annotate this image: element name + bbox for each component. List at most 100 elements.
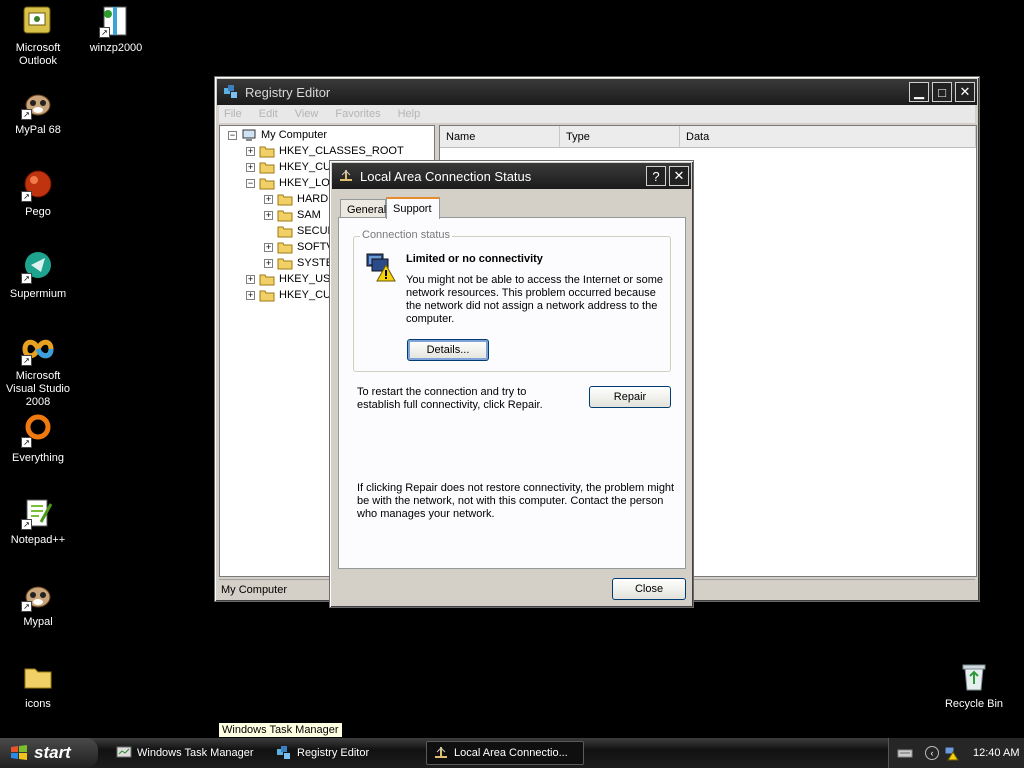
connection-status-titlebar[interactable]: Local Area Connection Status ? ✕ [332, 163, 691, 189]
dialog-close-button[interactable]: ✕ [669, 166, 689, 186]
desktop-icon-recycle-bin[interactable]: Recycle Bin [936, 660, 1012, 711]
tray-expand-icon[interactable]: ‹ [925, 746, 939, 760]
expand-icon[interactable]: + [246, 274, 255, 284]
task-windows-task-manager[interactable]: Windows Task Manager [110, 741, 264, 765]
support-tab-panel: Connection status Limited or no connecti… [338, 217, 686, 569]
taskbar-tooltip: Windows Task Manager [218, 722, 343, 738]
menu-edit[interactable]: Edit [256, 108, 278, 120]
desktop-icon-notepadpp[interactable]: ↗ Notepad++ [0, 496, 76, 547]
desktop-icon-label: Everything [12, 452, 64, 464]
shortcut-arrow-icon: ↗ [99, 27, 110, 38]
connectivity-status-heading: Limited or no connectivity [406, 253, 543, 265]
tree-item-hklm[interactable]: − HKEY_LOC [246, 175, 338, 191]
task-label: Windows Task Manager [137, 747, 254, 759]
desktop-icon-outlook[interactable]: Microsoft Outlook [0, 4, 76, 68]
close-button[interactable]: ✕ [955, 82, 975, 102]
desktop-icon-visual-studio[interactable]: ↗ Microsoft Visual Studio 2008 [0, 332, 76, 409]
connection-status-dialog[interactable]: Local Area Connection Status ? ✕ General… [329, 160, 694, 608]
maximize-button[interactable]: □ [932, 82, 952, 102]
close-dialog-button[interactable]: Close [612, 578, 686, 600]
column-header-name[interactable]: Name [440, 126, 560, 148]
connection-status-title: Local Area Connection Status [360, 168, 532, 184]
taskbar: start Windows Task Manager Registry Edit… [0, 738, 1024, 768]
shortcut-arrow-icon: ↗ [21, 519, 32, 530]
tree-item-sam[interactable]: + SAM [264, 207, 321, 223]
tree-item-hkcc[interactable]: + HKEY_CUR [246, 287, 339, 303]
desktop-icon-winzip[interactable]: ↗ winzp2000 [78, 4, 154, 55]
windows-logo-icon [11, 745, 27, 760]
expand-icon[interactable]: + [264, 210, 273, 220]
expand-icon[interactable]: + [264, 194, 273, 204]
desktop-icon-label: Microsoft Visual Studio 2008 [5, 370, 70, 408]
folder-icon [277, 194, 293, 205]
menu-view[interactable]: View [292, 108, 319, 120]
collapse-icon[interactable]: − [246, 178, 255, 188]
connection-status-group: Connection status Limited or no connecti… [353, 229, 671, 372]
shortcut-arrow-icon: ↗ [21, 191, 32, 202]
menu-favorites[interactable]: Favorites [332, 108, 380, 120]
visual-studio-icon: ↗ [21, 332, 55, 366]
task-local-area-connection[interactable]: Local Area Connectio... [426, 741, 584, 765]
folder-icon [277, 210, 293, 221]
outlook-icon [21, 4, 55, 38]
shortcut-arrow-icon: ↗ [21, 109, 32, 120]
folder-open-icon [259, 178, 275, 189]
start-button[interactable]: start [0, 738, 98, 768]
task-registry-editor[interactable]: Registry Editor [270, 741, 420, 765]
help-button[interactable]: ? [646, 166, 666, 186]
repair-button[interactable]: Repair [589, 386, 671, 408]
connectivity-status-description: You might not be able to access the Inte… [406, 274, 664, 325]
keyboard-icon[interactable] [897, 745, 913, 761]
tree-item-label: My Computer [261, 129, 328, 141]
desktop-icon-label: Recycle Bin [944, 698, 1004, 710]
everything-icon: ↗ [21, 414, 55, 448]
menu-help[interactable]: Help [395, 108, 421, 120]
tree-item-hkcu[interactable]: + HKEY_CUR [246, 159, 339, 175]
tree-item-label: SAM [297, 209, 321, 221]
tree-item-security[interactable]: SECUR [277, 223, 336, 239]
tree-item-hkcr[interactable]: + HKEY_CLASSES_ROOT [246, 143, 404, 159]
expand-icon[interactable]: + [246, 290, 255, 300]
column-header-type[interactable]: Type [560, 126, 680, 148]
clock[interactable]: 12:40 AM [973, 747, 1019, 759]
recycle-bin-icon [957, 660, 991, 694]
regedit-icon [277, 746, 290, 759]
folder-icon [277, 258, 293, 269]
desktop-icon-pego[interactable]: ↗ Pego [0, 168, 76, 219]
expand-icon[interactable]: + [264, 258, 273, 268]
tree-item-system[interactable]: + SYSTE [264, 255, 333, 271]
tab-general[interactable]: General [340, 199, 386, 219]
desktop-icon-label: icons [25, 698, 51, 710]
tree-item-hardware[interactable]: + HARD [264, 191, 328, 207]
minimize-button[interactable]: ▁ [909, 82, 929, 102]
menu-file[interactable]: File [221, 108, 242, 120]
repair-instructions: To restart the connection and try to est… [357, 386, 543, 411]
desktop-icon-supermium[interactable]: ↗ Supermium [0, 250, 76, 301]
shortcut-arrow-icon: ↗ [21, 355, 32, 366]
desktop-icon-label: Mypal [23, 616, 53, 628]
task-label: Local Area Connectio... [454, 747, 568, 759]
desktop-icon-icons-folder[interactable]: icons [0, 660, 76, 711]
system-tray: ‹ 12:40 AM [888, 738, 1024, 768]
tree-item-software[interactable]: + SOFTV [264, 239, 334, 255]
registry-editor-titlebar[interactable]: Registry Editor ▁ □ ✕ [217, 79, 977, 105]
collapse-icon[interactable]: − [228, 130, 237, 140]
tab-support[interactable]: Support [386, 197, 440, 219]
desktop-icon-everything[interactable]: ↗ Everything [0, 414, 76, 465]
desktop-icon-mypal[interactable]: ↗ Mypal [0, 578, 76, 629]
desktop-icon-mypal68[interactable]: ↗ MyPal 68 [0, 86, 76, 137]
details-button[interactable]: Details... [407, 339, 489, 361]
repair-footer-text: If clicking Repair does not restore conn… [357, 482, 675, 520]
expand-icon[interactable]: + [246, 146, 255, 156]
folder-icon [277, 242, 293, 253]
column-header-data[interactable]: Data [680, 126, 976, 148]
expand-icon[interactable]: + [264, 242, 273, 252]
expand-icon[interactable]: + [246, 162, 255, 172]
desktop-icon-label: Supermium [9, 288, 67, 300]
tree-item-hku[interactable]: + HKEY_USE [246, 271, 338, 287]
tree-item-label: HARD [297, 193, 329, 205]
network-warning-tray-icon[interactable] [943, 745, 959, 761]
folder-icon [259, 146, 275, 157]
registry-editor-menubar: File Edit View Favorites Help [219, 105, 975, 123]
tree-item-my-computer[interactable]: − My Computer [228, 127, 327, 143]
